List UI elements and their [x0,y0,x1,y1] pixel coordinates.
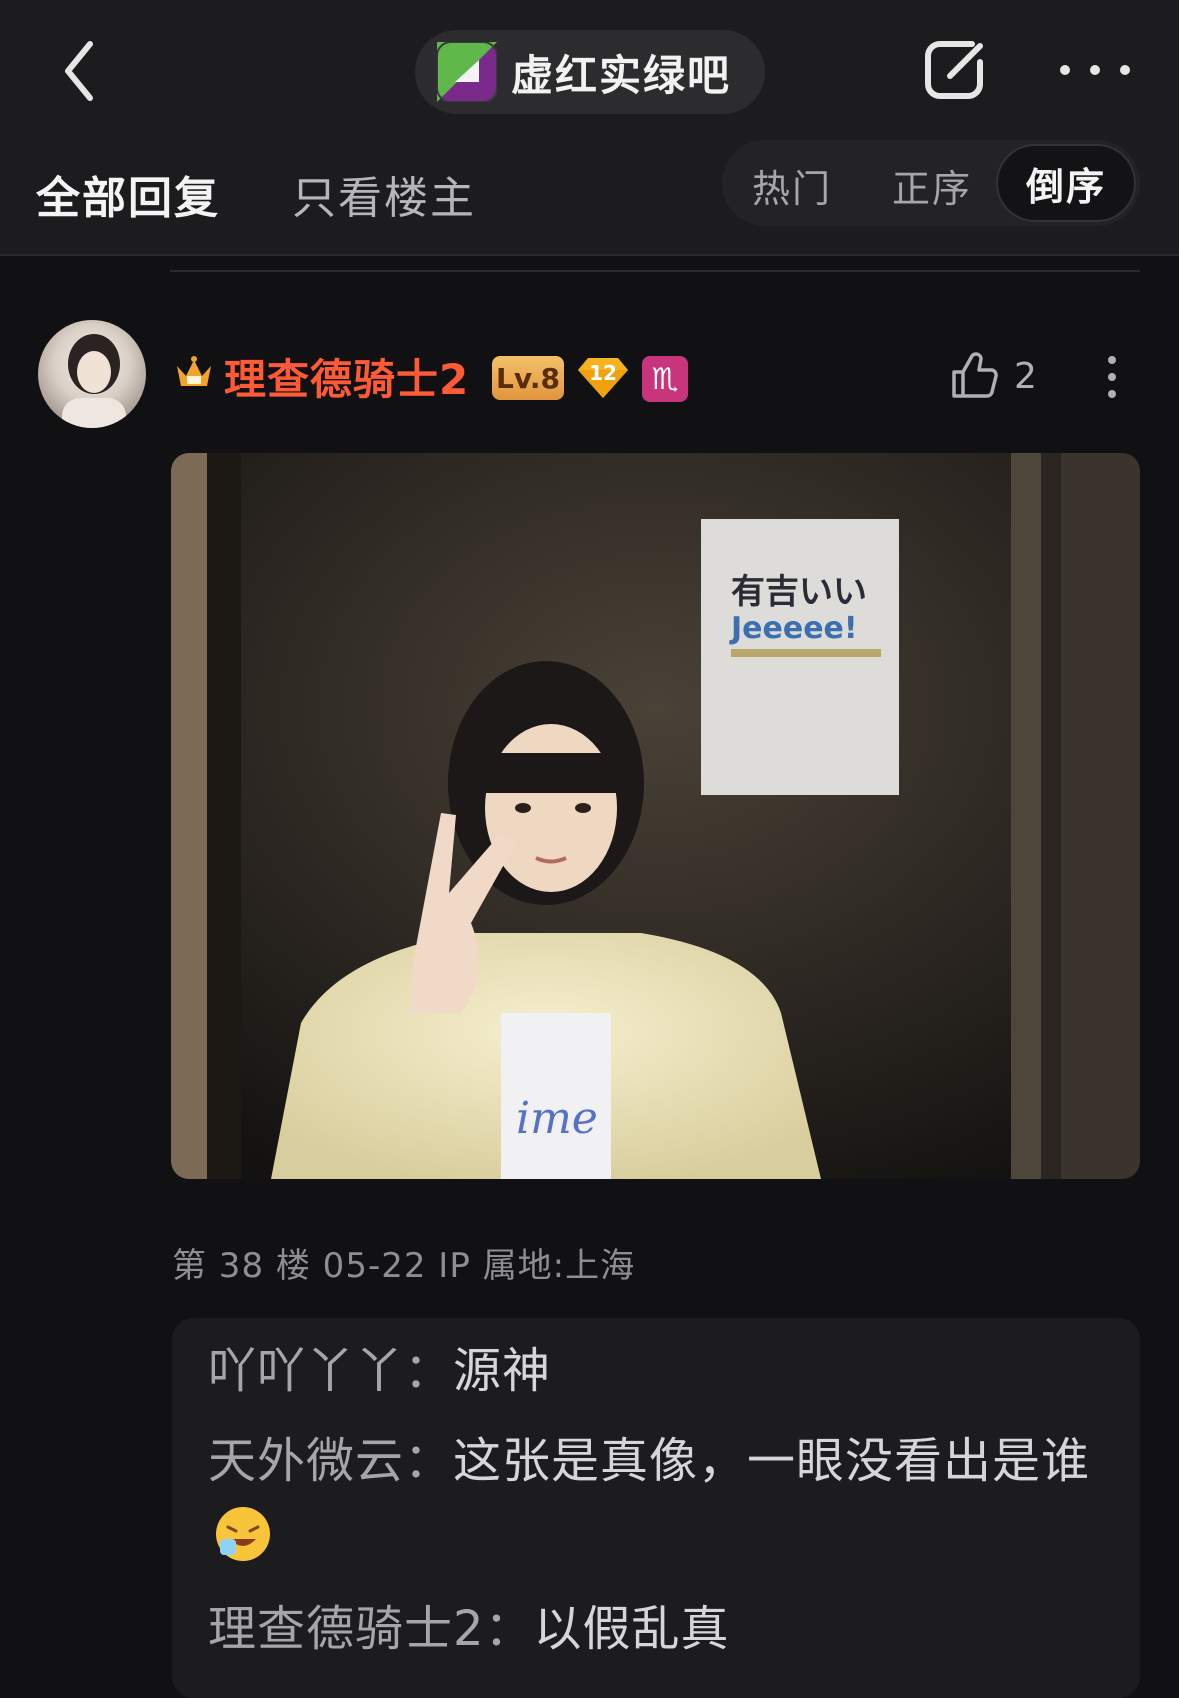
sub-reply-author[interactable]: 理查德骑士2： [208,1601,534,1657]
svg-text:有吉いい: 有吉いい [731,572,867,612]
avatar[interactable] [38,320,146,428]
sub-reply-text: 这张是真像，一眼没看出是谁 [453,1433,1091,1489]
tab-op-only[interactable]: 只看楼主 [292,162,476,226]
like-count: 2 [1014,356,1037,397]
sub-reply[interactable]: 理查德骑士2：以假乱真 [208,1594,1108,1664]
top-bar: 虚红实绿吧 [0,0,1179,138]
forum-logo-icon [436,41,498,103]
thumbs-up-icon[interactable] [950,350,998,400]
sub-reply[interactable]: 吖吖丫丫：源神 [208,1336,1108,1406]
post-floor-meta: 第 38 楼 05-22 IP 属地:上海 [172,1246,636,1286]
sub-reply-author[interactable]: 天外微云： [208,1433,453,1489]
sub-reply-text: 源神 [453,1343,552,1399]
tab-all-replies[interactable]: 全部回复 [36,162,220,226]
sub-replies-box: 吖吖丫丫：源神 天外微云：这张是真像，一眼没看出是谁 理查德骑士2：以假乱真 [172,1318,1140,1698]
forum-title-pill[interactable]: 虚红实绿吧 [415,30,765,114]
divider [170,270,1140,272]
forum-name: 虚红实绿吧 [511,50,732,100]
svg-text:Jeeeee!: Jeeeee! [729,611,858,646]
svg-text:ime: ime [516,1093,598,1144]
zodiac-badge: ♏ [642,356,688,402]
back-icon[interactable] [58,36,108,106]
sort-hot[interactable]: 热门 [752,158,832,213]
more-icon[interactable] [1055,50,1135,90]
reply-filter-bar: 全部回复 只看楼主 热门 正序 倒序 [0,138,1179,256]
sort-ascending[interactable]: 正序 [892,158,972,213]
sub-reply-author[interactable]: 吖吖丫丫： [208,1343,453,1399]
sub-reply[interactable]: 天外微云：这张是真像，一眼没看出是谁 [208,1426,1108,1566]
diamond-level: 12 [589,361,617,385]
sub-reply-text: 以假乱真 [533,1601,730,1657]
laughing-emoji-icon [214,1505,272,1563]
post-photo[interactable]: 有吉いい Jeeeee! ime [171,453,1140,1179]
crown-icon [174,354,214,390]
sort-segmented-control: 热门 正序 倒序 [722,140,1140,226]
post-more-icon[interactable] [1102,352,1122,402]
sort-descending[interactable]: 倒序 [996,144,1136,222]
edit-icon[interactable] [920,34,990,104]
post-author-name[interactable]: 理查德骑士2 [224,346,469,407]
level-badge: Lv.8 [492,356,564,400]
